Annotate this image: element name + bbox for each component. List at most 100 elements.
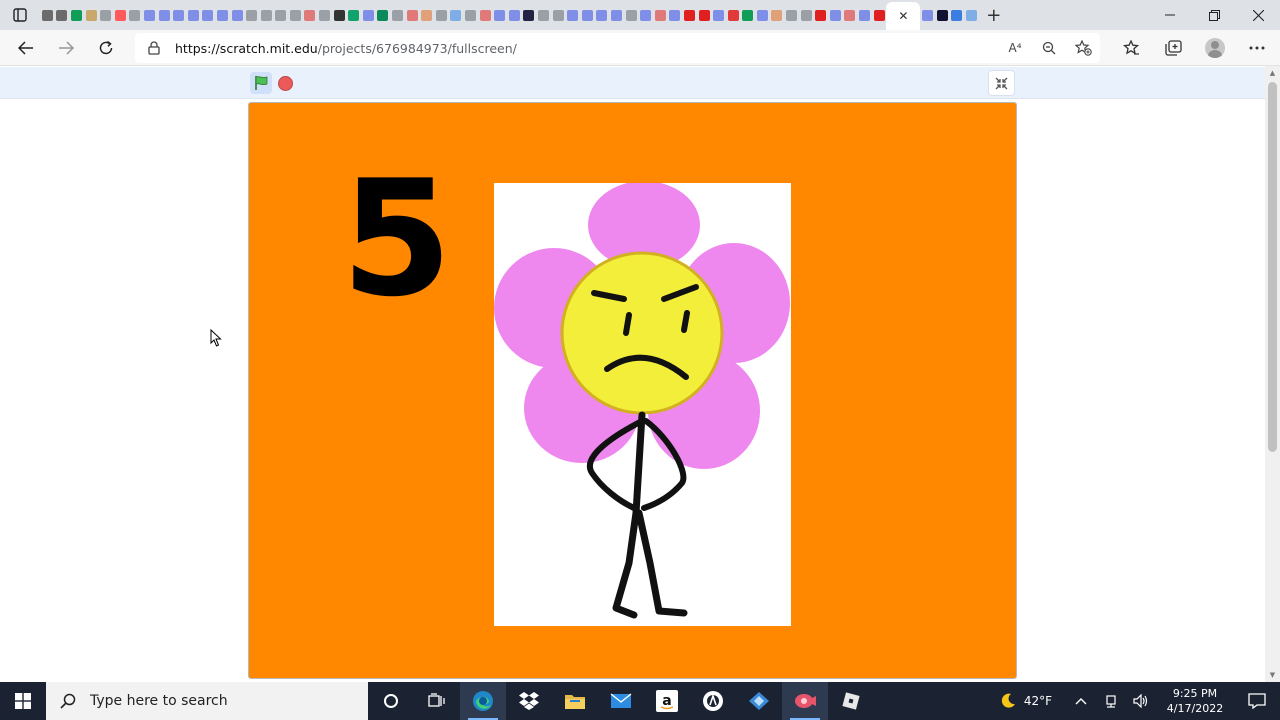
browser-tab[interactable] xyxy=(113,4,128,26)
browser-tab[interactable] xyxy=(478,4,493,26)
browser-tab[interactable] xyxy=(920,4,935,26)
browser-tab[interactable] xyxy=(492,4,507,26)
browser-tab[interactable] xyxy=(813,4,828,26)
browser-tab[interactable] xyxy=(463,4,478,26)
browser-tab[interactable] xyxy=(171,4,186,26)
browser-tab[interactable] xyxy=(230,4,245,26)
browser-tab[interactable] xyxy=(536,4,551,26)
edge-taskbar-button[interactable] xyxy=(460,682,506,720)
browser-tab[interactable] xyxy=(755,4,770,26)
browser-tab[interactable] xyxy=(405,4,420,26)
network-button[interactable] xyxy=(1096,682,1126,720)
scroll-down-arrow[interactable]: ▼ xyxy=(1268,671,1277,679)
notifications-button[interactable] xyxy=(1234,682,1280,720)
page-scrollbar[interactable]: ▲ ▼ xyxy=(1265,66,1280,682)
browser-tab[interactable] xyxy=(624,4,639,26)
lock-icon[interactable] xyxy=(148,41,162,55)
favorites-button[interactable] xyxy=(1110,32,1152,64)
restore-button[interactable] xyxy=(1192,0,1236,30)
browser-tab[interactable] xyxy=(346,4,361,26)
browser-tab[interactable] xyxy=(55,4,70,26)
browser-tab[interactable] xyxy=(935,4,950,26)
browser-tab[interactable] xyxy=(69,4,84,26)
scroll-up-arrow[interactable]: ▲ xyxy=(1268,69,1277,77)
browser-tab[interactable] xyxy=(770,4,785,26)
browser-tab[interactable] xyxy=(40,4,55,26)
browser-tab[interactable] xyxy=(419,4,434,26)
browser-tab[interactable] xyxy=(376,4,391,26)
close-tab-icon[interactable]: ✕ xyxy=(898,9,908,23)
browser-tab[interactable] xyxy=(828,4,843,26)
back-button[interactable] xyxy=(6,32,46,64)
browser-tab[interactable] xyxy=(84,4,99,26)
zoom-button[interactable] xyxy=(1032,33,1066,63)
url-text[interactable]: https://scratch.mit.edu/projects/6769849… xyxy=(175,41,517,56)
browser-tab[interactable] xyxy=(186,4,201,26)
address-bar[interactable]: https://scratch.mit.edu/projects/6769849… xyxy=(135,33,1100,63)
browser-tab[interactable] xyxy=(857,4,872,26)
project-stage[interactable]: 5 xyxy=(248,102,1017,679)
amazon-button[interactable]: a xyxy=(644,682,690,720)
weather-widget[interactable]: 42°F xyxy=(1000,693,1052,709)
exit-fullscreen-button[interactable] xyxy=(988,70,1015,96)
browser-tab[interactable] xyxy=(142,4,157,26)
new-tab-button[interactable]: + xyxy=(979,0,1009,30)
browser-tab[interactable] xyxy=(361,4,376,26)
settings-more-button[interactable] xyxy=(1236,32,1278,64)
browser-tab[interactable] xyxy=(259,4,274,26)
browser-tab[interactable] xyxy=(682,4,697,26)
browser-tab[interactable] xyxy=(784,4,799,26)
browser-tab[interactable] xyxy=(201,4,216,26)
browser-tab[interactable] xyxy=(726,4,741,26)
forward-button[interactable] xyxy=(46,32,86,64)
file-explorer-button[interactable] xyxy=(552,682,598,720)
collections-button[interactable] xyxy=(1152,32,1194,64)
browser-tab[interactable] xyxy=(872,4,887,26)
taskbar-clock[interactable]: 9:25 PM 4/17/2022 xyxy=(1156,686,1234,716)
mail-button[interactable] xyxy=(598,682,644,720)
browser-tab[interactable] xyxy=(741,4,756,26)
browser-tab[interactable] xyxy=(303,4,318,26)
browser-tab[interactable] xyxy=(332,4,347,26)
browser-tab[interactable] xyxy=(668,4,683,26)
browser-tab[interactable] xyxy=(288,4,303,26)
roblox-button[interactable] xyxy=(828,682,874,720)
add-favorite-button[interactable] xyxy=(1066,33,1100,63)
cortana-button[interactable] xyxy=(368,682,414,720)
browser-tab[interactable] xyxy=(390,4,405,26)
browser-tab[interactable] xyxy=(274,4,289,26)
active-browser-tab[interactable]: ✕ xyxy=(886,2,921,30)
browser-tab[interactable] xyxy=(711,4,726,26)
browser-tab[interactable] xyxy=(128,4,143,26)
browser-tab[interactable] xyxy=(697,4,712,26)
browser-tab[interactable] xyxy=(580,4,595,26)
task-view-button[interactable] xyxy=(414,682,460,720)
profile-button[interactable] xyxy=(1194,32,1236,64)
tab-actions-button[interactable] xyxy=(0,0,40,30)
browser-tab[interactable] xyxy=(950,4,965,26)
browser-tab[interactable] xyxy=(964,4,979,26)
browser-tab[interactable] xyxy=(215,4,230,26)
minimize-button[interactable] xyxy=(1148,0,1192,30)
browser-tab[interactable] xyxy=(609,4,624,26)
browser-tab[interactable] xyxy=(157,4,172,26)
browser-tab[interactable] xyxy=(522,4,537,26)
green-flag-button[interactable] xyxy=(250,72,272,94)
browser-tab[interactable] xyxy=(799,4,814,26)
browser-tab[interactable] xyxy=(653,4,668,26)
stop-button[interactable] xyxy=(278,76,293,91)
refresh-button[interactable] xyxy=(86,32,126,64)
start-button[interactable] xyxy=(0,682,46,720)
volume-button[interactable] xyxy=(1126,682,1156,720)
browser-tab[interactable] xyxy=(507,4,522,26)
browser-tab[interactable] xyxy=(843,4,858,26)
read-aloud-button[interactable]: A⁴ xyxy=(998,33,1032,63)
show-hidden-icons-button[interactable] xyxy=(1066,682,1096,720)
browser-tab[interactable] xyxy=(638,4,653,26)
browser-tab[interactable] xyxy=(595,4,610,26)
browser-tab[interactable] xyxy=(317,4,332,26)
browser-tab[interactable] xyxy=(244,4,259,26)
close-window-button[interactable] xyxy=(1236,0,1280,30)
browser-tab[interactable] xyxy=(98,4,113,26)
browser-tab[interactable] xyxy=(565,4,580,26)
